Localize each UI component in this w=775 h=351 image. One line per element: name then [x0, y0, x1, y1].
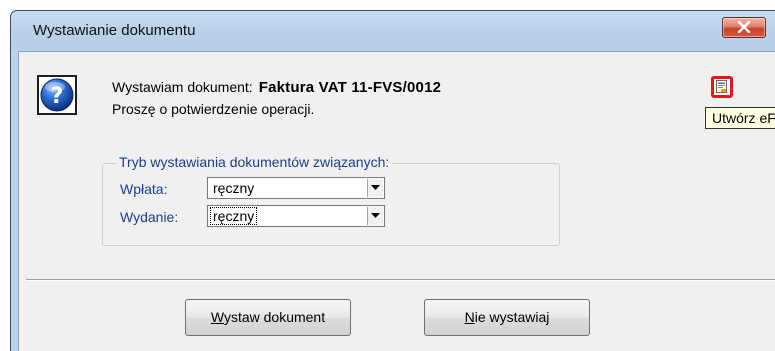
payment-dropdown-button[interactable]	[367, 179, 383, 197]
payment-mode-select[interactable]: ręczny	[207, 177, 385, 199]
release-mode-select[interactable]: ręczny	[207, 205, 385, 227]
message-line-1: Wystawiam dokument: Faktura VAT 11-FVS/00…	[112, 79, 441, 96]
issue-accel: W	[210, 309, 224, 325]
issue-label: ystaw dokument	[223, 309, 326, 325]
efaktura-icon	[716, 80, 727, 93]
divider	[26, 279, 775, 281]
release-mode-value: ręczny	[209, 207, 258, 225]
payment-mode-value: ręczny	[213, 180, 255, 196]
cancel-label: ie wystawiaj	[474, 309, 550, 325]
chevron-down-icon	[371, 185, 380, 190]
group-legend: Tryb wystawiania dokumentów związanych:	[116, 154, 393, 170]
cancel-accel: N	[464, 309, 475, 325]
close-button[interactable]	[722, 17, 766, 38]
title-bar[interactable]: Wystawianie dokumentu	[11, 11, 775, 51]
document-name: Faktura VAT 11-FVS/0012	[258, 79, 442, 96]
window-title: Wystawianie dokumentu	[33, 22, 196, 39]
efaktura-tooltip: Utwórz eFakturę	[705, 107, 775, 129]
chevron-down-icon	[371, 213, 380, 218]
message-prefix: Wystawiam dokument:	[112, 79, 253, 95]
issue-document-button[interactable]: Wystaw dokument	[185, 299, 351, 336]
dialog-body: ? Wystawiam dokument: Faktura VAT 11-FVS/…	[18, 51, 775, 351]
svg-text:?: ?	[51, 84, 64, 109]
payment-label: Wpłata:	[120, 181, 168, 197]
efaktura-button[interactable]	[711, 76, 733, 98]
do-not-issue-button[interactable]: Nie wystawiaj	[424, 299, 590, 336]
release-dropdown-button[interactable]	[367, 207, 383, 225]
dialog-window: Wystawianie dokumentu ? Wystawiam dokume…	[10, 10, 775, 351]
message-line-2: Proszę o potwierdzenie operacji.	[112, 101, 315, 117]
related-documents-group: Tryb wystawiania dokumentów związanych: …	[102, 154, 560, 246]
close-icon	[737, 21, 751, 33]
release-label: Wydanie:	[120, 209, 179, 225]
help-question-icon: ?	[37, 75, 77, 115]
